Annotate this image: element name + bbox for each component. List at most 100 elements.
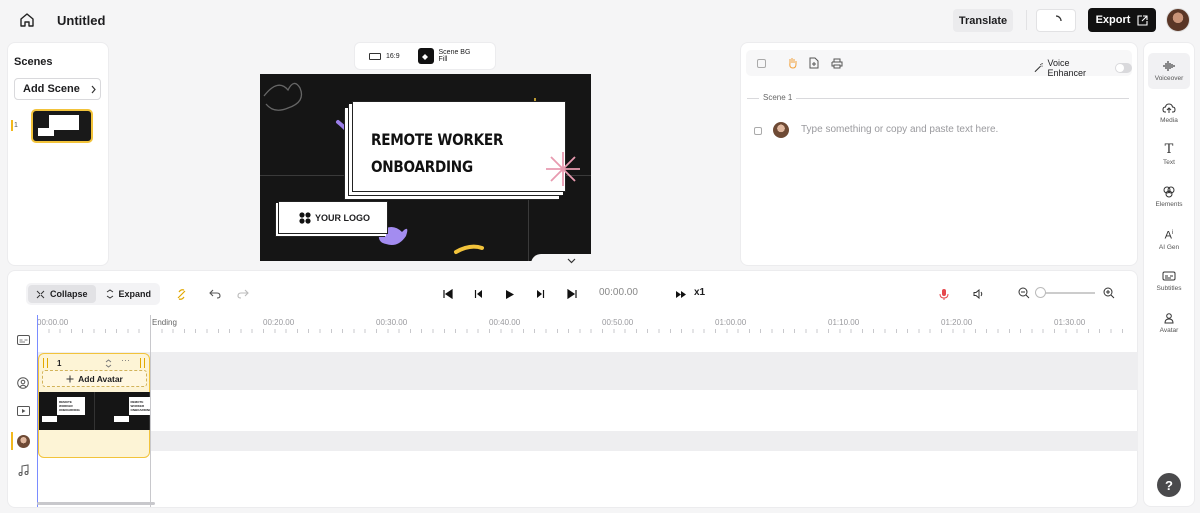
rail-media[interactable]: Media <box>1148 95 1190 131</box>
text-t-icon: T <box>1164 142 1174 157</box>
scenes-title: Scenes <box>14 56 53 68</box>
track-selected-marker <box>11 432 13 450</box>
person-icon <box>1164 313 1174 324</box>
ruler-ending-label: Ending <box>152 318 177 327</box>
voice-enhancer: Voice Enhancer <box>1034 58 1132 78</box>
rail-subtitles[interactable]: Subtitles <box>1148 263 1190 299</box>
playback-speed[interactable]: x1 <box>694 287 705 298</box>
voice-enhancer-label: Voice Enhancer <box>1047 58 1086 78</box>
scene-clip[interactable]: 1 ··· Add Avatar REMOTE WORKER ONBOARDIN… <box>38 353 150 458</box>
cloud-upload-icon <box>1162 103 1176 113</box>
paint-bucket-icon <box>417 48 434 64</box>
play-icon[interactable] <box>503 287 517 301</box>
step-back-icon[interactable] <box>472 287 486 301</box>
subtitles-icon <box>1162 271 1176 281</box>
rail-elements[interactable]: Elements <box>1148 179 1190 215</box>
home-icon[interactable] <box>18 11 36 29</box>
magic-wand-icon <box>1034 63 1043 73</box>
aspect-ratio-label: 16:9 <box>386 52 400 60</box>
printer-icon[interactable] <box>830 56 844 70</box>
title-card[interactable]: REMOTE WORKER ONBOARDING <box>352 101 566 192</box>
logo-card[interactable]: YOUR LOGO <box>278 201 388 234</box>
rail-text[interactable]: T Text <box>1148 137 1190 173</box>
rail-avatar[interactable]: Avatar <box>1148 305 1190 341</box>
clip-trim-handle-left[interactable] <box>43 358 48 368</box>
scene-bg-fill-button[interactable]: Scene BG Fill <box>417 48 481 64</box>
logo-text: YOUR LOGO <box>315 212 371 223</box>
time-display: 00:00.00 <box>599 287 638 298</box>
ruler-label: 01:20.00 <box>941 318 973 327</box>
scene-bg-fill-label: Scene BG Fill <box>438 49 471 63</box>
voice-enhancer-toggle[interactable] <box>1115 63 1132 73</box>
skip-end-icon[interactable] <box>565 287 579 301</box>
export-label: Export <box>1095 14 1131 26</box>
redo-icon[interactable] <box>236 287 250 301</box>
script-panel: Voice Enhancer Scene 1 Type something or… <box>740 42 1138 266</box>
collapse-expand-toggle: Collapse Expand <box>26 283 160 305</box>
ruler-label: 01:30.00 <box>1054 318 1086 327</box>
expand-icon <box>106 289 113 299</box>
rail-voiceover[interactable]: Voiceover <box>1148 53 1190 89</box>
canvas-collapse-handle[interactable] <box>531 254 611 268</box>
script-avatar[interactable] <box>773 122 789 138</box>
loading-button[interactable] <box>1036 9 1076 32</box>
rail-ai-gen[interactable]: Ai AI Gen <box>1148 221 1190 257</box>
ruler-label: 00:30.00 <box>376 318 408 327</box>
avatar-track[interactable] <box>37 352 1138 390</box>
volume-icon[interactable] <box>972 287 986 301</box>
scene-thumbnail[interactable] <box>31 109 93 143</box>
logo-icon <box>299 211 311 224</box>
microphone-icon[interactable] <box>937 287 951 301</box>
scenes-panel: Scenes Add Scene 1 <box>7 42 109 266</box>
step-forward-icon[interactable] <box>533 287 547 301</box>
chevron-right-icon <box>91 85 96 93</box>
clip-trim-handle-right[interactable] <box>140 358 145 368</box>
expand-button[interactable]: Expand <box>98 285 160 303</box>
add-scene-button[interactable]: Add Scene <box>14 78 101 100</box>
script-input[interactable]: Type something or copy and paste text he… <box>801 124 998 135</box>
scene-active-marker <box>11 120 13 131</box>
select-all-checkbox[interactable] <box>757 59 766 68</box>
script-line-checkbox[interactable] <box>754 127 762 135</box>
zoom-slider-knob[interactable] <box>1035 287 1046 298</box>
ruler-label: 00:20.00 <box>263 318 295 327</box>
canvas-controls: 16:9 Scene BG Fill <box>354 42 496 70</box>
subtitles-track-icon <box>16 333 30 347</box>
zoom-out-icon[interactable] <box>1017 286 1031 300</box>
zoom-in-icon[interactable] <box>1102 286 1116 300</box>
magic-link-icon[interactable] <box>174 287 188 301</box>
playhead[interactable] <box>37 315 38 507</box>
ending-marker <box>150 315 151 507</box>
ruler-label: 00:50.00 <box>602 318 634 327</box>
hand-icon[interactable] <box>785 56 799 70</box>
divider <box>1026 10 1027 30</box>
aspect-ratio-icon <box>369 52 381 60</box>
external-link-icon <box>1137 14 1148 26</box>
add-scene-label: Add Scene <box>23 83 80 95</box>
horizontal-scrollbar[interactable] <box>37 502 155 505</box>
collapse-icon <box>36 290 45 298</box>
help-button[interactable]: ? <box>1157 473 1181 497</box>
translate-button[interactable]: Translate <box>953 9 1013 32</box>
voice-track[interactable] <box>37 431 1138 451</box>
reorder-icon[interactable] <box>105 359 112 368</box>
collapse-button[interactable]: Collapse <box>28 285 96 303</box>
user-avatar[interactable] <box>1166 8 1190 32</box>
skip-start-icon[interactable] <box>441 287 455 301</box>
undo-icon[interactable] <box>208 287 222 301</box>
scene-canvas[interactable]: REMOTE WORKER ONBOARDING YOUR LOGO <box>260 74 591 261</box>
document-add-icon[interactable] <box>807 56 821 70</box>
fast-forward-icon[interactable] <box>674 287 688 301</box>
add-avatar-button[interactable]: Add Avatar <box>42 370 147 387</box>
clip-frame: REMOTE WORKER ONBOARDING <box>39 392 95 430</box>
more-options-icon[interactable]: ··· <box>121 355 130 365</box>
script-scene-label: Scene 1 <box>759 93 797 102</box>
export-button[interactable]: Export <box>1088 8 1156 32</box>
top-bar: Untitled Translate Export <box>0 0 1200 40</box>
aspect-ratio-button[interactable]: 16:9 <box>369 52 400 60</box>
document-title[interactable]: Untitled <box>57 13 105 28</box>
starburst-icon <box>546 152 580 186</box>
spinner-icon <box>1055 14 1062 21</box>
zoom-slider[interactable] <box>1038 292 1095 294</box>
video-track-icon <box>16 404 30 418</box>
